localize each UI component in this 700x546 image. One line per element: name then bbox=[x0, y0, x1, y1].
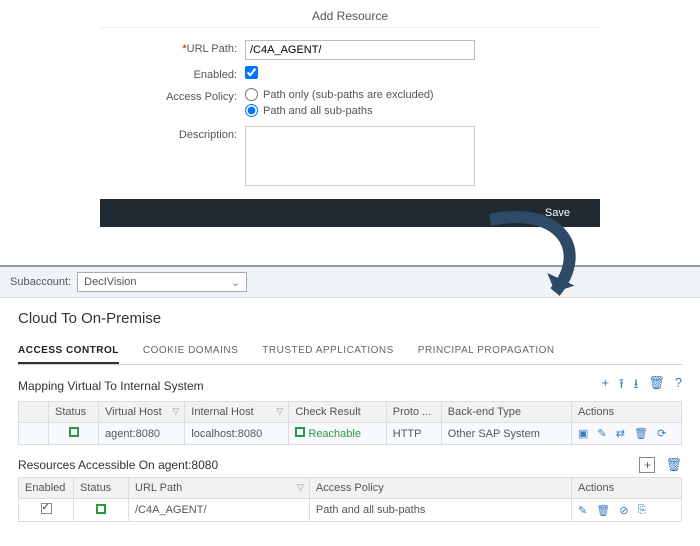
cell-access-policy: Path and all sub-paths bbox=[309, 499, 571, 522]
chevron-down-icon: ⌄ bbox=[231, 276, 240, 289]
col-url-path: URL Path▽ bbox=[129, 478, 310, 499]
col-actions: Actions bbox=[572, 478, 682, 499]
description-label: Description: bbox=[100, 126, 245, 141]
policy-path-only-radio[interactable] bbox=[245, 88, 258, 101]
status-indicator-icon bbox=[96, 504, 106, 514]
description-textarea[interactable] bbox=[245, 126, 475, 186]
policy-path-only-label: Path only (sub-paths are excluded) bbox=[263, 89, 434, 101]
access-policy-label: Access Policy: bbox=[100, 88, 245, 103]
delete-icon[interactable]: 🗑 bbox=[648, 375, 665, 397]
filter-icon[interactable]: ▽ bbox=[297, 482, 304, 493]
subaccount-select[interactable]: DecIVision ⌄ bbox=[77, 272, 247, 292]
delete-icon[interactable]: 🗑 bbox=[634, 428, 648, 440]
subaccount-bar: Subaccount: DecIVision ⌄ bbox=[0, 267, 700, 298]
add-resource-dialog: Add Resource *URL Path: Enabled: Access … bbox=[100, 0, 600, 189]
filter-icon[interactable]: ▽ bbox=[276, 406, 283, 417]
mapping-section-title: Mapping Virtual To Internal System bbox=[18, 379, 204, 393]
delete-icon[interactable]: 🗑 bbox=[665, 457, 682, 473]
panel-title: Cloud To On-Premise bbox=[18, 310, 682, 327]
help-icon[interactable]: ? bbox=[675, 375, 682, 397]
check-icon[interactable]: ▣ bbox=[578, 428, 588, 440]
cell-virtual-host: agent:8080 bbox=[99, 423, 185, 445]
resources-section-title: Resources Accessible On agent:8080 bbox=[18, 458, 218, 472]
tab-principal-propagation[interactable]: PRINCIPAL PROPAGATION bbox=[418, 339, 555, 364]
enabled-checkbox[interactable] bbox=[245, 66, 258, 79]
col-check-result: Check Result bbox=[289, 402, 386, 423]
edit-icon[interactable]: ✎ bbox=[597, 428, 606, 440]
tab-trusted-applications[interactable]: TRUSTED APPLICATIONS bbox=[262, 339, 394, 364]
resources-toolbar: + 🗑 bbox=[639, 457, 682, 473]
cell-proto: HTTP bbox=[386, 423, 441, 445]
col-actions: Actions bbox=[572, 402, 682, 423]
subaccount-label: Subaccount: bbox=[10, 276, 71, 288]
cell-check-result: Reachable bbox=[308, 428, 361, 440]
cloud-connector-panel: Subaccount: DecIVision ⌄ Cloud To On-Pre… bbox=[0, 265, 700, 546]
save-button[interactable]: Save bbox=[545, 207, 570, 219]
table-row[interactable]: /C4A_AGENT/ Path and all sub-paths ✎ 🗑 ⊘… bbox=[19, 499, 682, 522]
refresh-icon[interactable]: ⟳ bbox=[657, 428, 666, 440]
link-icon[interactable]: ⇄ bbox=[616, 428, 625, 440]
cell-internal-host: localhost:8080 bbox=[185, 423, 289, 445]
table-row[interactable]: agent:8080 localhost:8080 Reachable HTTP… bbox=[19, 423, 682, 445]
col-enabled: Enabled bbox=[19, 478, 74, 499]
tab-access-control[interactable]: ACCESS CONTROL bbox=[18, 339, 119, 364]
mapping-toolbar: + ⭱ ⭳ 🗑 ? bbox=[602, 375, 682, 397]
cell-url-path: /C4A_AGENT/ bbox=[129, 499, 310, 522]
mapping-table: Status Virtual Host▽ Internal Host▽ Chec… bbox=[18, 401, 682, 445]
cell-backend: Other SAP System bbox=[441, 423, 571, 445]
dialog-title: Add Resource bbox=[100, 5, 600, 28]
col-access-policy: Access Policy bbox=[309, 478, 571, 499]
filter-icon[interactable]: ▽ bbox=[172, 406, 179, 417]
cell-actions: ▣ ✎ ⇄ 🗑 ⟳ bbox=[572, 423, 682, 445]
url-path-input[interactable] bbox=[245, 40, 475, 60]
policy-path-all-radio[interactable] bbox=[245, 104, 258, 117]
col-virtual-host: Virtual Host▽ bbox=[99, 402, 185, 423]
policy-path-all-label: Path and all sub-paths bbox=[263, 105, 372, 117]
download-icon[interactable]: ⭳ bbox=[634, 375, 639, 397]
tab-cookie-domains[interactable]: COOKIE DOMAINS bbox=[143, 339, 238, 364]
col-status: Status bbox=[74, 478, 129, 499]
col-internal-host: Internal Host▽ bbox=[185, 402, 289, 423]
status-indicator-icon bbox=[69, 427, 79, 437]
dialog-footer: Save bbox=[100, 199, 600, 227]
enabled-label: Enabled: bbox=[100, 66, 245, 81]
upload-icon[interactable]: ⭱ bbox=[619, 375, 624, 397]
resources-table: Enabled Status URL Path▽ Access Policy A… bbox=[18, 477, 682, 522]
col-backend: Back-end Type bbox=[441, 402, 571, 423]
tabs: ACCESS CONTROL COOKIE DOMAINS TRUSTED AP… bbox=[18, 339, 682, 365]
add-icon[interactable]: + bbox=[602, 375, 610, 397]
col-status: Status bbox=[49, 402, 99, 423]
col-proto: Proto ... bbox=[386, 402, 441, 423]
cell-actions: ✎ 🗑 ⊘ ⎘ bbox=[572, 499, 682, 522]
enabled-checkbox[interactable] bbox=[41, 503, 52, 514]
status-indicator-icon bbox=[295, 427, 305, 437]
copy-icon[interactable]: ⎘ bbox=[638, 504, 647, 516]
add-icon[interactable]: + bbox=[639, 457, 655, 473]
url-path-label: *URL Path: bbox=[100, 40, 245, 55]
